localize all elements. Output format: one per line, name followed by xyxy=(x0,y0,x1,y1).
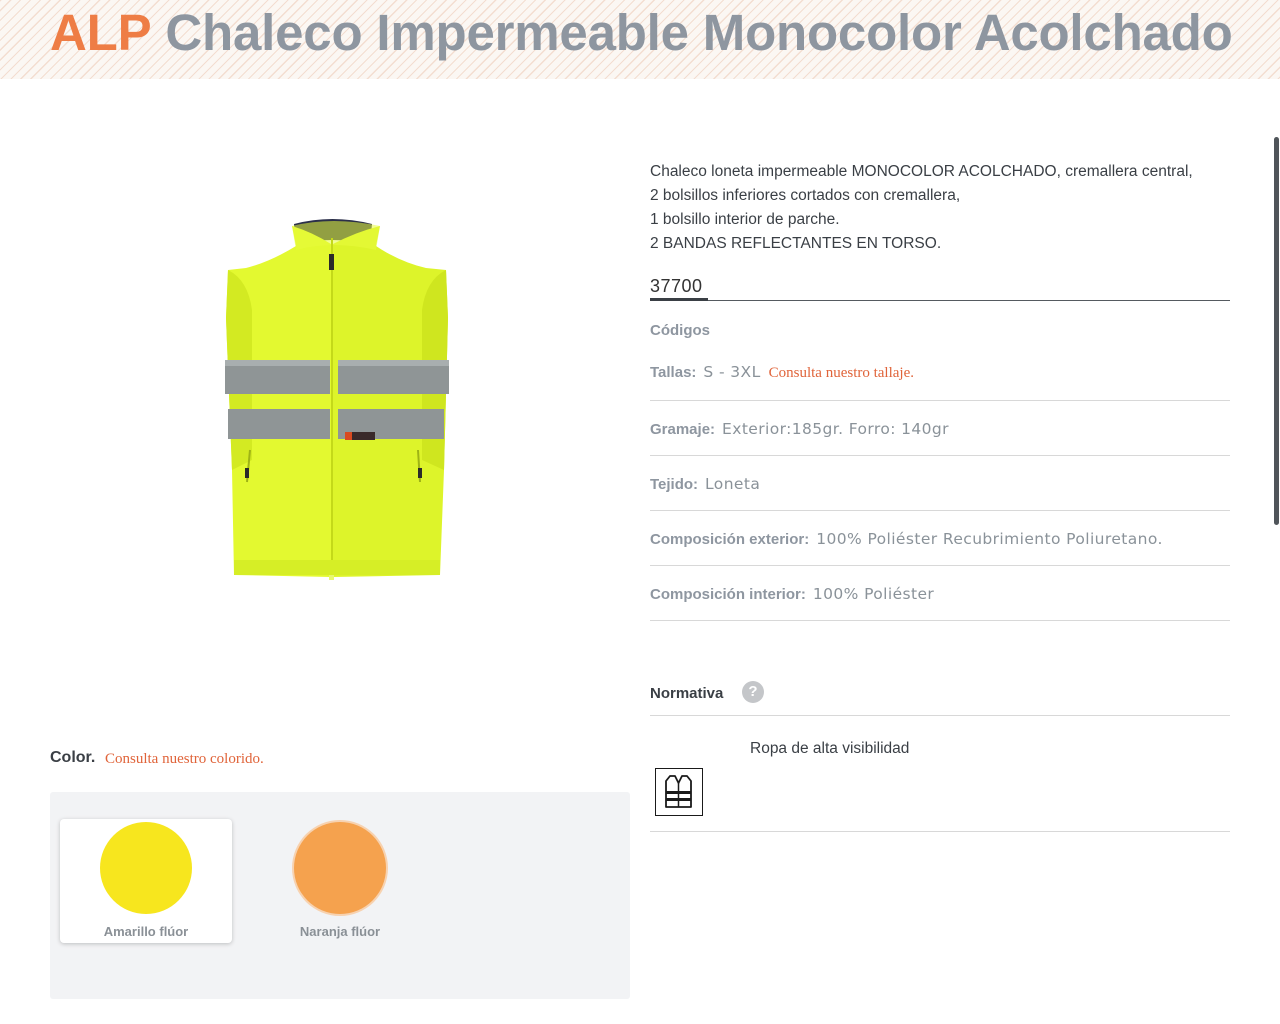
spec-value: 100% Poliéster xyxy=(812,585,935,603)
spec-value: Loneta xyxy=(705,475,761,493)
color-dot-naranja xyxy=(294,822,386,914)
spec-value: S - 3XL xyxy=(703,363,761,381)
page-title: ALP Chaleco Impermeable Monocolor Acolcha… xyxy=(50,3,1233,63)
color-swatch-panel: Amarillo flúor Naranja flúor xyxy=(50,792,630,999)
description-line: 1 bolsillo interior de parche. xyxy=(650,211,840,228)
divider xyxy=(650,715,1230,716)
reference-code: 37700 xyxy=(650,276,703,296)
swatch-label: Amarillo flúor xyxy=(103,924,189,939)
normativa-item-text: Ropa de alta visibilidad xyxy=(750,740,910,757)
normativa-label: Normativa xyxy=(650,685,724,702)
swatch-label: Naranja flúor xyxy=(299,924,381,939)
description-line: Chaleco loneta impermeable MONOCOLOR ACO… xyxy=(650,163,1193,180)
page-header: ALP Chaleco Impermeable Monocolor Acolcha… xyxy=(0,0,1280,79)
spec-label: Gramaje: xyxy=(650,421,716,438)
spec-composicion-exterior: Composición exterior: 100% Poliéster Recu… xyxy=(650,530,1230,549)
spec-tallas: Tallas: S - 3XL Consulta nuestro tallaje. xyxy=(650,363,1230,382)
size-chart-link[interactable]: Consulta nuestro tallaje. xyxy=(769,365,914,381)
spec-label: Composición exterior: xyxy=(650,531,810,548)
description-line: 2 BANDAS REFLECTANTES EN TORSO. xyxy=(650,235,942,252)
codes-label: Códigos xyxy=(650,322,710,339)
description-line: 2 bolsillos inferiores cortados con crem… xyxy=(650,187,961,204)
spec-value: Exterior:185gr. Forro: 140gr xyxy=(722,420,949,438)
reference-underline xyxy=(650,298,708,301)
spec-label: Composición interior: xyxy=(650,586,806,603)
color-chart-link[interactable]: Consulta nuestro colorido. xyxy=(105,751,264,768)
help-icon[interactable]: ? xyxy=(742,681,764,703)
brand-name: ALP xyxy=(50,4,152,61)
divider xyxy=(650,831,1230,832)
scrollbar-thumb[interactable] xyxy=(1274,137,1279,525)
spec-label: Tejido: xyxy=(650,476,699,493)
swatch-amarillo-fluor[interactable]: Amarillo flúor xyxy=(60,819,232,943)
divider xyxy=(650,620,1230,621)
divider xyxy=(650,510,1230,511)
color-label: Color. xyxy=(50,749,96,766)
vest-image xyxy=(225,219,449,580)
spec-label: Tallas: xyxy=(650,364,697,381)
reference-divider xyxy=(650,300,1230,301)
high-visibility-vest-icon xyxy=(655,768,703,816)
divider xyxy=(650,565,1230,566)
spec-gramaje: Gramaje: Exterior:185gr. Forro: 140gr xyxy=(650,420,1230,439)
product-name: Chaleco Impermeable Monocolor Acolchado xyxy=(165,4,1233,61)
spec-value: 100% Poliéster Recubrimiento Poliuretano… xyxy=(816,530,1163,548)
color-dot-amarillo xyxy=(100,822,192,914)
product-image[interactable] xyxy=(200,210,470,595)
spec-tejido: Tejido: Loneta xyxy=(650,475,1230,494)
product-description: Chaleco loneta impermeable MONOCOLOR ACO… xyxy=(650,160,1250,256)
swatch-naranja-fluor[interactable]: Naranja flúor xyxy=(254,819,426,943)
divider xyxy=(650,455,1230,456)
divider xyxy=(650,400,1230,401)
spec-composicion-interior: Composición interior: 100% Poliéster xyxy=(650,585,1230,604)
